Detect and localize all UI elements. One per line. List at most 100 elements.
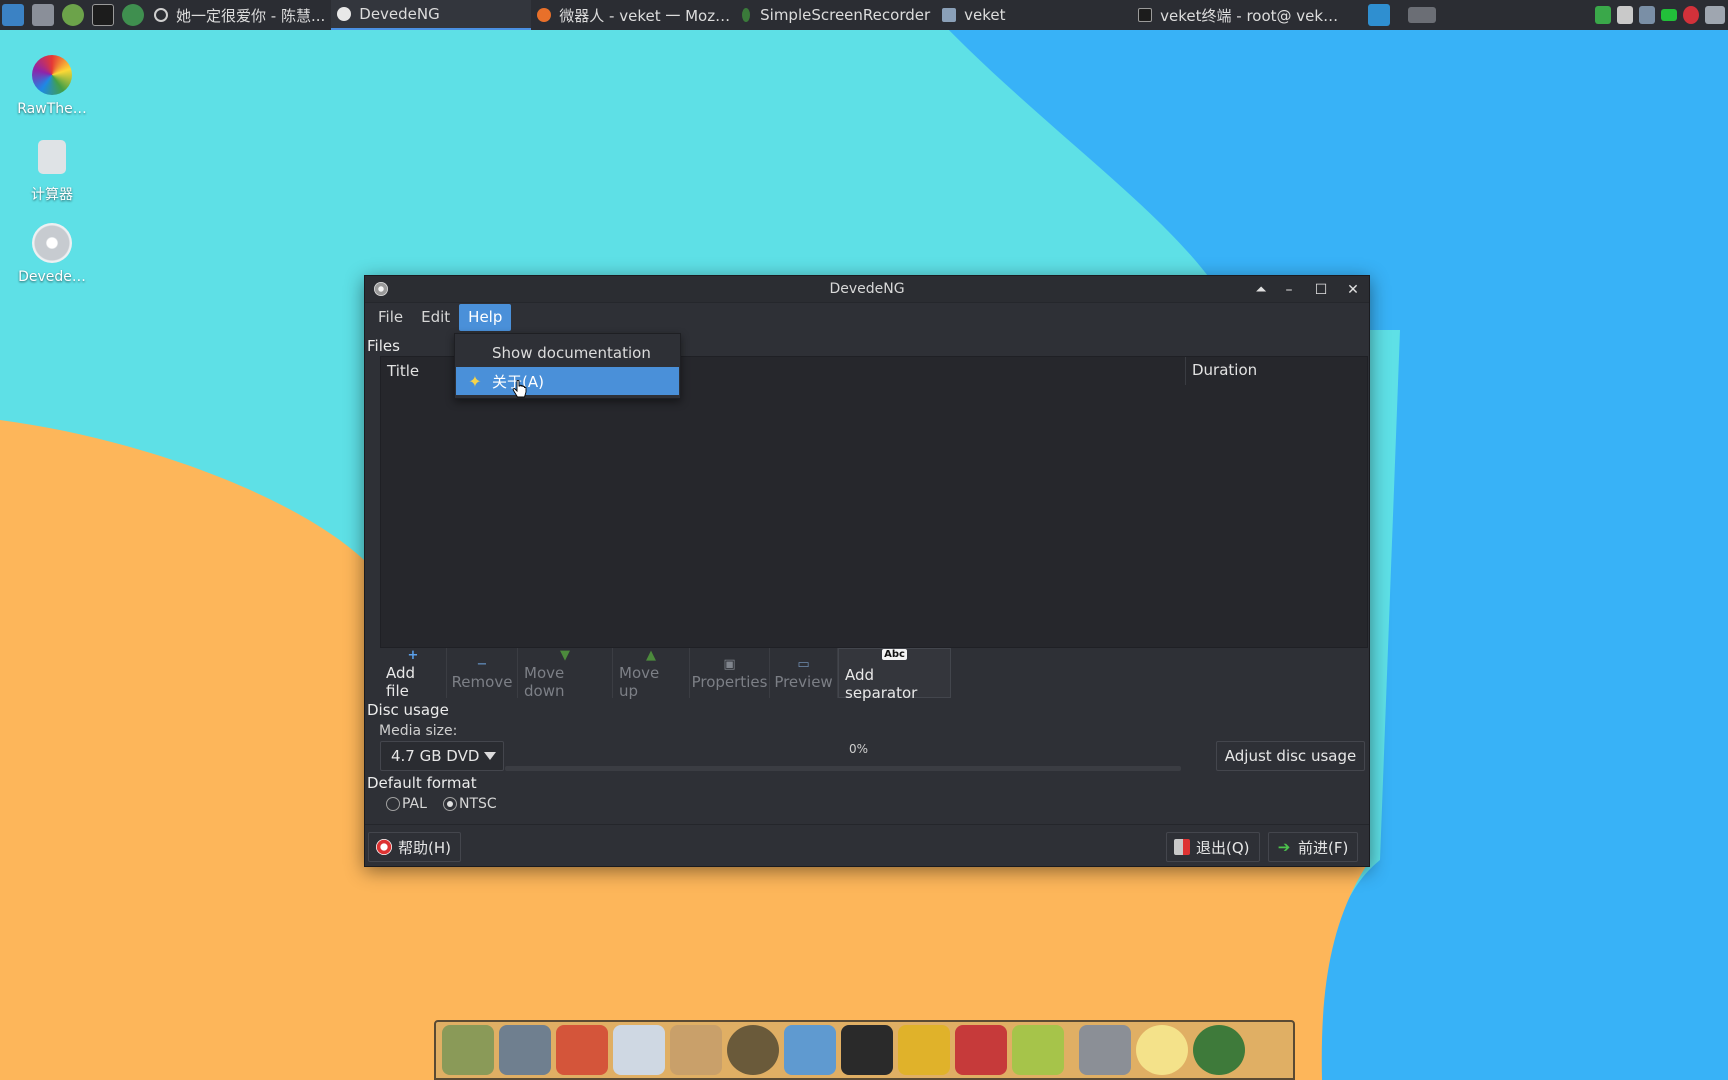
media-player-dock-icon[interactable] (727, 1025, 779, 1075)
recorder-icon (742, 8, 751, 22)
move-up-button[interactable]: ▲ Move up (613, 648, 690, 700)
window-title: DevedeNG (829, 281, 905, 297)
spreadsheet-dock-icon[interactable] (955, 1025, 1007, 1075)
shade-button[interactable]: ⏶ (1251, 280, 1271, 300)
paint-dock-icon[interactable] (670, 1025, 722, 1075)
ntsc-radio[interactable] (443, 797, 457, 811)
pal-radio-option[interactable]: PAL (386, 796, 427, 812)
menu-bar: File Edit Help (365, 303, 1369, 332)
close-button[interactable]: ✕ (1343, 280, 1363, 300)
squirrel-app-dock-icon[interactable] (556, 1025, 608, 1075)
file-list[interactable]: Title Duration (380, 356, 1368, 648)
browser-dock-icon[interactable] (1193, 1025, 1245, 1075)
maximize-button[interactable]: ☐ (1311, 280, 1331, 300)
disc-usage-percent: 0% (849, 742, 869, 756)
exit-door-icon (1174, 839, 1190, 855)
folder-icon (942, 8, 957, 22)
menu-item-label: Show documentation (492, 344, 651, 362)
brightness-dock-icon[interactable] (1136, 1025, 1188, 1075)
task-music-player[interactable]: 她一定很爱你 - 陈慧... (148, 0, 331, 30)
abc-icon-text: Abc (882, 648, 907, 660)
hand-pointer-icon (512, 380, 527, 398)
task-firefox[interactable]: 微器人 - veket 一 Moz… (531, 0, 736, 30)
task-label: DevedeNG (359, 5, 440, 23)
workspace-icon[interactable] (1408, 7, 1437, 23)
task-label: 她一定很爱你 - 陈慧... (176, 6, 326, 25)
app-disc-icon (374, 282, 388, 296)
about-star-icon: ✦ (468, 371, 482, 391)
task-label: 微器人 - veket 一 Moz… (559, 6, 731, 25)
network-icon[interactable] (1639, 6, 1655, 24)
plus-icon: + (407, 647, 419, 663)
abc-separator-icon: Abc (882, 645, 907, 662)
minimize-button[interactable]: – (1279, 280, 1299, 300)
forward-button[interactable]: ➔ 前进(F) (1268, 832, 1359, 862)
battery-icon[interactable] (1661, 9, 1677, 21)
browser-globe-icon[interactable] (122, 4, 144, 26)
quit-button[interactable]: 退出(Q) (1166, 832, 1260, 862)
desktop-icon-label: RawThe… (17, 101, 87, 117)
ntsc-radio-option[interactable]: NTSC (443, 796, 497, 812)
file-manager-dock-icon[interactable] (442, 1025, 494, 1075)
desktop-icon-devede[interactable]: Devede… (4, 223, 100, 285)
menu-item-about[interactable]: ✦ 关于(A) (456, 367, 679, 395)
desktop-switcher-icon[interactable] (1368, 4, 1391, 26)
disc-usage-progress-bar (505, 766, 1181, 771)
task-screen-recorder[interactable]: SimpleScreenRecorder (736, 0, 936, 30)
media-size-select[interactable]: 4.7 GB DVD (380, 741, 504, 771)
arrow-right-icon: ➔ (1277, 838, 1291, 856)
add-file-label: Add file (386, 663, 416, 700)
play-icon[interactable] (62, 4, 84, 26)
bottom-divider (365, 824, 1369, 825)
column-header-title[interactable]: Title (387, 362, 419, 380)
notes-dock-icon[interactable] (613, 1025, 665, 1075)
devede-disc-icon (32, 223, 72, 263)
help-dock-icon[interactable] (1012, 1025, 1064, 1075)
add-file-button[interactable]: + Add file (380, 647, 447, 700)
task-devedeng[interactable]: DevedeNG (331, 0, 532, 30)
arrow-down-icon: ▼ (560, 647, 570, 663)
remove-button[interactable]: − Remove (447, 648, 518, 698)
shield-icon[interactable] (1595, 6, 1611, 24)
desktop-icon-rawtherapee[interactable]: RawThe… (4, 55, 100, 117)
add-separator-button[interactable]: Abc Add separator (838, 645, 951, 702)
tux-dock-icon[interactable] (841, 1025, 893, 1075)
users-dock-icon[interactable] (784, 1025, 836, 1075)
terminal-icon (1138, 8, 1153, 22)
media-size-value: 4.7 GB DVD (391, 747, 480, 765)
menu-file[interactable]: File (369, 304, 412, 331)
display-settings-dock-icon[interactable] (499, 1025, 551, 1075)
minus-icon: − (476, 656, 488, 672)
move-down-label: Move down (524, 663, 565, 700)
file-toolbar: + Add file − Remove ▼ Move down ▲ Move u… (380, 645, 951, 702)
help-button[interactable]: 帮助(H) (368, 832, 461, 862)
window-titlebar[interactable]: DevedeNG ⏶ – ☐ ✕ (365, 276, 1369, 303)
pal-radio[interactable] (386, 797, 400, 811)
adjust-disc-usage-button[interactable]: Adjust disc usage (1216, 741, 1365, 771)
menu-edit[interactable]: Edit (412, 304, 459, 331)
top-taskbar: 她一定很爱你 - 陈慧... DevedeNG 微器人 - veket 一 Mo… (0, 0, 1728, 30)
properties-button[interactable]: ▣ Properties (690, 648, 770, 698)
disc-usage-label: Disc usage (367, 701, 449, 719)
settings-gear-icon[interactable] (32, 4, 54, 26)
clipboard-icon[interactable] (1617, 6, 1633, 24)
preview-button[interactable]: ▭ Preview (770, 648, 838, 698)
menu-help[interactable]: Help (459, 304, 512, 331)
bottom-dock (434, 1020, 1295, 1080)
drive-dock-icon[interactable] (1079, 1025, 1131, 1075)
book-dock-icon[interactable] (898, 1025, 950, 1075)
remove-label: Remove (451, 672, 513, 691)
move-down-button[interactable]: ▼ Move down (518, 647, 613, 700)
keyboard-icon[interactable] (1705, 6, 1725, 24)
record-indicator-icon[interactable] (1683, 6, 1699, 24)
default-format-label: Default format (367, 774, 477, 792)
task-file-manager[interactable]: veket (936, 0, 1132, 30)
terminal-launcher-icon[interactable] (92, 4, 114, 26)
task-label: veket终端 - root@ vek… (1160, 6, 1339, 25)
task-terminal[interactable]: veket终端 - root@ vek… (1132, 0, 1344, 30)
column-header-duration[interactable]: Duration (1185, 357, 1257, 385)
calculator-icon (38, 140, 66, 174)
system-monitor-icon[interactable] (2, 4, 24, 26)
menu-item-show-documentation[interactable]: Show documentation (456, 339, 679, 367)
desktop-icon-calculator[interactable]: 计算器 (4, 140, 100, 204)
